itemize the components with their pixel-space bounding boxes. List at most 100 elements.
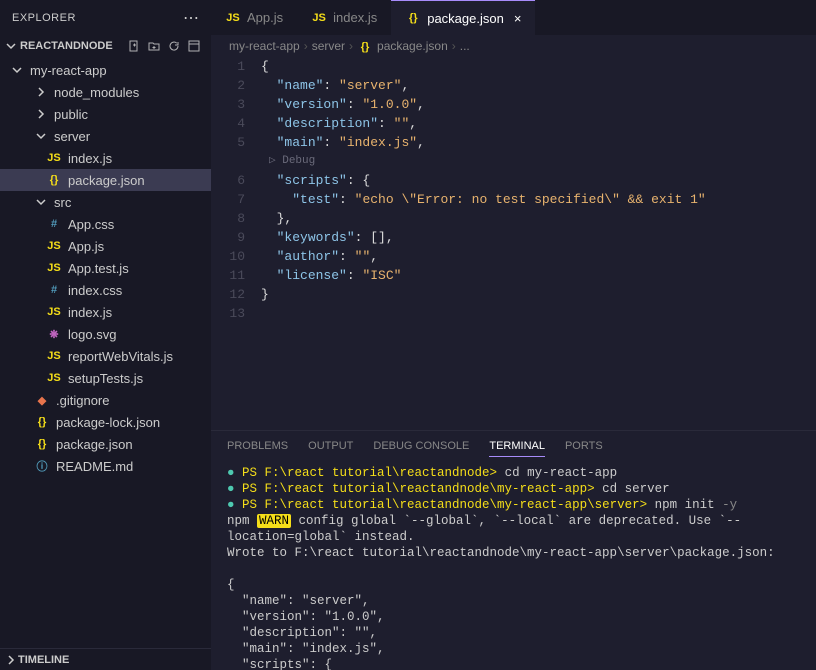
new-folder-icon[interactable] [147,39,161,53]
svg-icon: ❋ [46,328,62,341]
terminal-line: ● PS F:\react tutorial\reactandnode\my-r… [227,497,800,513]
close-icon[interactable]: × [514,11,522,26]
tree-file[interactable]: JSApp.js [0,235,211,257]
bottom-panel: PROBLEMS OUTPUT DEBUG CONSOLE TERMINAL PORTS… [211,430,816,670]
folder-label: src [54,195,71,210]
tree-file[interactable]: ◆.gitignore [0,389,211,411]
chevron-right-icon [34,107,48,121]
breadcrumb-separator: › [452,39,456,53]
terminal-line: "version": "1.0.0", [227,609,800,625]
file-label: App.test.js [68,261,129,276]
tree-file[interactable]: JS index.js [0,301,211,323]
file-label: logo.svg [68,327,116,342]
file-label: index.js [68,151,112,166]
explorer-title: EXPLORER [12,12,76,24]
tree-file[interactable]: ⓘ README.md [0,455,211,477]
project-section-header[interactable]: REACTANDNODE [0,35,211,57]
editor-tab[interactable]: JSApp.js [211,0,297,35]
main-area: JSApp.jsJSindex.js{}package.json× my-rea… [211,0,816,670]
tree-folder[interactable]: public [0,103,211,125]
new-file-icon[interactable] [127,39,141,53]
terminal-line: ● PS F:\react tutorial\reactandnode> cd … [227,465,800,481]
js-icon: JS [225,12,241,24]
tree-file[interactable]: JS index.js [0,147,211,169]
terminal-line: "scripts": { [227,657,800,670]
file-label: package.json [56,437,133,452]
panel-tab-problems[interactable]: PROBLEMS [227,436,288,456]
explorer-header: EXPLORER ⋯ [0,0,211,35]
tree-file[interactable]: JS reportWebVitals.js [0,345,211,367]
file-label: index.js [68,305,112,320]
terminal-line [227,561,800,577]
tree-file[interactable]: #App.css [0,213,211,235]
breadcrumb[interactable]: my-react-app›server›{}package.json›... [211,35,816,57]
terminal-line: ● PS F:\react tutorial\reactandnode\my-r… [227,481,800,497]
json-icon: {} [34,416,50,428]
terminal-line: "main": "index.js", [227,641,800,657]
debug-codelens[interactable]: ▷ Debug [261,152,816,171]
tree-folder[interactable]: server [0,125,211,147]
project-name: REACTANDNODE [20,40,113,52]
folder-label: my-react-app [30,63,107,78]
js-icon: JS [46,306,62,318]
timeline-section[interactable]: TIMELINE [0,648,211,670]
panel-tab-debug-console[interactable]: DEBUG CONSOLE [373,436,469,456]
file-label: README.md [56,459,133,474]
file-label: reportWebVitals.js [68,349,173,364]
tree-folder[interactable]: node_modules [0,81,211,103]
breadcrumb-item[interactable]: ... [460,39,470,53]
file-label: package-lock.json [56,415,160,430]
section-actions [127,39,207,53]
file-label: App.css [68,217,114,232]
json-icon: {} [405,12,421,24]
breadcrumb-item[interactable]: {}package.json [357,39,448,53]
terminal-line: Wrote to F:\react tutorial\reactandnode\… [227,545,800,561]
breadcrumb-separator: › [304,39,308,53]
tree-folder[interactable]: src [0,191,211,213]
file-label: setupTests.js [68,371,143,386]
collapse-icon[interactable] [187,39,201,53]
chevron-down-icon [34,129,48,143]
md-icon: ⓘ [34,458,50,474]
chevron-down-icon [4,39,18,53]
json-icon: {} [357,41,373,53]
js-icon: JS [46,350,62,362]
chevron-right-icon [4,653,18,667]
tree-file[interactable]: JSsetupTests.js [0,367,211,389]
tree-file[interactable]: {} package.json [0,169,211,191]
terminal-line: { [227,577,800,593]
panel-tab-ports[interactable]: PORTS [565,436,603,456]
file-label: package.json [68,173,145,188]
tree-file[interactable]: JS App.test.js [0,257,211,279]
css-icon: # [46,284,62,296]
panel-tab-terminal[interactable]: TERMINAL [489,436,545,457]
refresh-icon[interactable] [167,39,181,53]
file-tree: my-react-app node_modulespublicserver JS in… [0,57,211,648]
terminal-output[interactable]: ● PS F:\react tutorial\reactandnode> cd … [211,461,816,670]
tab-label: package.json [427,11,504,26]
breadcrumb-item[interactable]: my-react-app [229,39,300,53]
explorer-more-icon[interactable]: ⋯ [183,8,199,28]
js-icon: JS [46,152,62,164]
json-icon: {} [46,174,62,186]
editor-tab[interactable]: JSindex.js [297,0,391,35]
breadcrumb-item[interactable]: server [312,39,345,53]
tree-file[interactable]: {} package.json [0,433,211,455]
git-icon: ◆ [34,394,50,407]
terminal-line: "name": "server", [227,593,800,609]
js-icon: JS [46,262,62,274]
js-icon: JS [311,12,327,24]
tree-file[interactable]: # index.css [0,279,211,301]
json-icon: {} [34,438,50,450]
code-editor[interactable]: 12345 678910111213 { "name": "server", "… [211,57,816,430]
editor-tab[interactable]: {} package.json × [391,0,535,35]
chevron-down-icon [10,63,24,77]
code-content[interactable]: { "name": "server", "version": "1.0.0", … [261,57,816,430]
tree-file[interactable]: ❋ logo.svg [0,323,211,345]
panel-tab-output[interactable]: OUTPUT [308,436,353,456]
file-label: App.js [68,239,104,254]
tree-file[interactable]: {} package-lock.json [0,411,211,433]
folder-label: node_modules [54,85,139,100]
tree-folder-root[interactable]: my-react-app [0,59,211,81]
file-label: index.css [68,283,122,298]
